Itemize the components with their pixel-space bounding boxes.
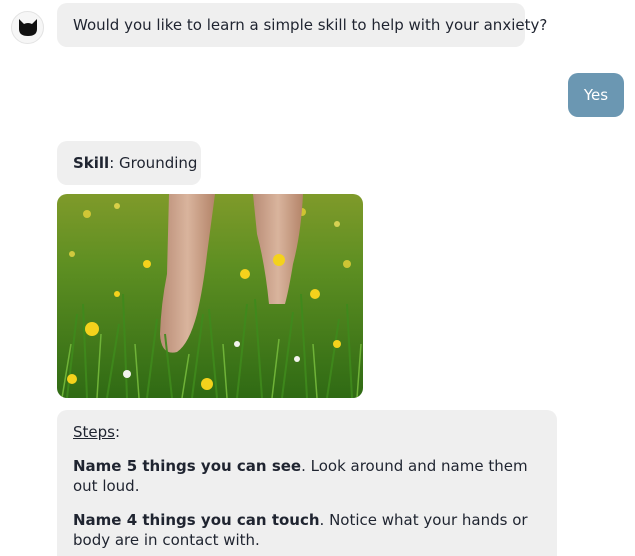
- bot-message-text: Would you like to learn a simple skill t…: [73, 16, 548, 34]
- skill-name: Grounding: [119, 154, 198, 172]
- step-title: Name 5 things you can see: [73, 457, 302, 475]
- step-title: Name 4 things you can touch: [73, 511, 320, 529]
- step-item: Name 4 things you can touch. Notice what…: [73, 510, 541, 550]
- feet-in-grass-image: [57, 194, 363, 398]
- steps-heading: Steps: [73, 423, 115, 441]
- bot-message-question: Would you like to learn a simple skill t…: [57, 3, 547, 47]
- skill-label: Skill: [73, 154, 110, 172]
- step-item: Name 5 things you can see. Look around a…: [73, 456, 541, 496]
- user-message-yes: Yes: [568, 73, 624, 117]
- chat-thread: Would you like to learn a simple skill t…: [0, 0, 635, 556]
- bot-message-steps: Steps: Name 5 things you can see. Look a…: [57, 410, 557, 556]
- skill-separator: :: [109, 154, 120, 172]
- user-message-text: Yes: [583, 86, 609, 104]
- cat-face-icon: [18, 18, 37, 36]
- bot-avatar: [11, 11, 44, 44]
- grass-photo-illustration: [57, 194, 363, 398]
- steps-heading-colon: :: [114, 423, 121, 441]
- bot-message-skill: Skill: Grounding: [57, 141, 201, 185]
